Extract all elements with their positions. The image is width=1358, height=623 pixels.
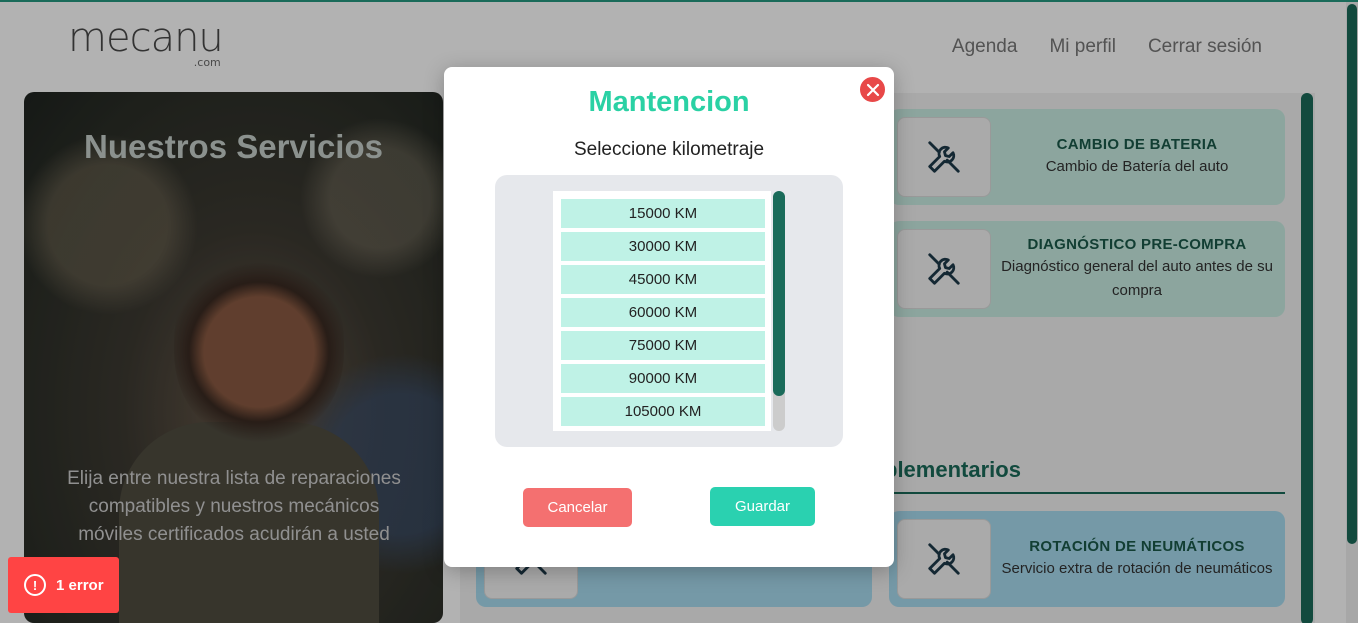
km-option[interactable]: 90000 KM [561,364,765,393]
save-button[interactable]: Guardar [710,487,815,526]
modal-subtitle: Seleccione kilometraje [573,139,765,160]
km-option-list[interactable]: 15000 KM 30000 KM 45000 KM 60000 KM 7500… [553,191,771,431]
alert-circle-icon: ! [24,574,46,596]
km-list-scrollbar-thumb[interactable] [773,191,785,396]
km-option[interactable]: 75000 KM [561,331,765,360]
modal-title: Mantencion [588,86,750,118]
km-option[interactable]: 105000 KM [561,397,765,426]
cancel-button[interactable]: Cancelar [523,488,632,527]
km-option[interactable]: 45000 KM [561,265,765,294]
km-option[interactable]: 15000 KM [561,199,765,228]
error-toast[interactable]: ! 1 error [8,557,119,613]
error-toast-label: 1 error [56,576,104,594]
app-page: mecanu .com Agenda Mi perfil Cerrar sesi… [0,0,1358,623]
km-option[interactable]: 30000 KM [561,232,765,261]
km-option[interactable]: 60000 KM [561,298,765,327]
